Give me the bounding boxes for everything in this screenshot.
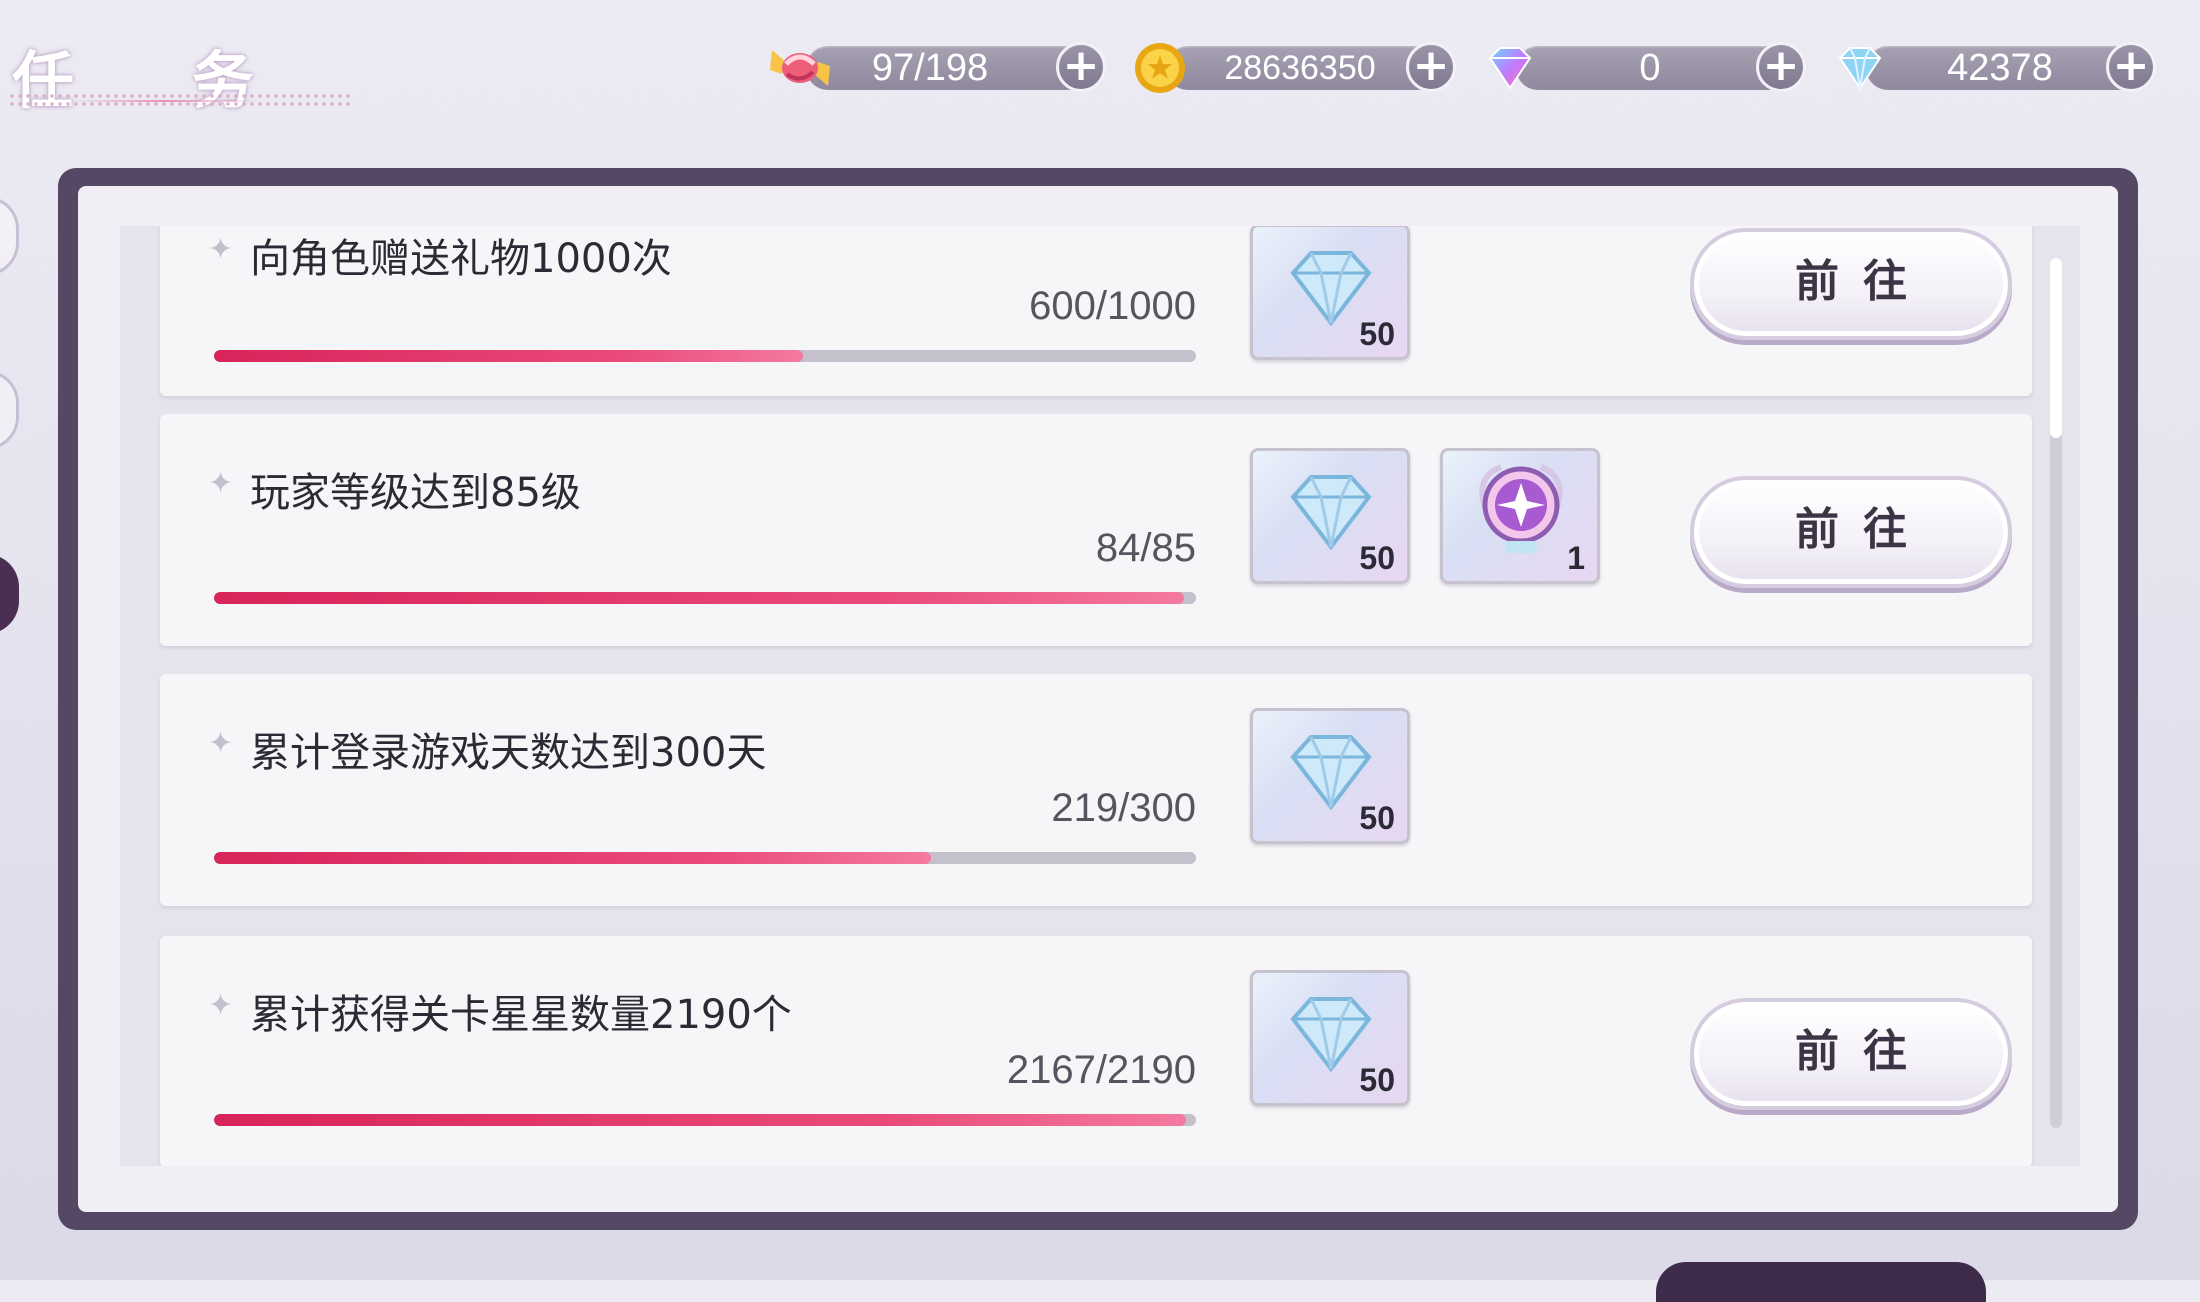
task-progress-text: 84/85: [1095, 526, 1196, 570]
star-bullet-icon: ✦: [208, 232, 234, 267]
star-bullet-icon: ✦: [208, 988, 234, 1023]
side-tab-active[interactable]: [0, 554, 19, 634]
currency-candy: 97/198 +: [770, 40, 1106, 94]
currency-diamond: 42378 +: [1830, 40, 2156, 94]
task-progress-fill: [214, 592, 1185, 604]
task-list[interactable]: ✦ 向角色赠送礼物1000次 600/1000 50 前往 ✦ 玩家等级达到85…: [120, 226, 2080, 1166]
reward-slot[interactable]: 50: [1250, 448, 1410, 584]
reward-quantity: 50: [1359, 316, 1395, 352]
reward-quantity: 1: [1567, 540, 1585, 576]
task-name: 向角色赠送礼物1000次: [250, 236, 672, 282]
candy-icon: [770, 50, 830, 86]
task-row: ✦ 向角色赠送礼物1000次 600/1000 50 前往: [160, 226, 2032, 396]
reward-quantity: 50: [1359, 540, 1395, 576]
star-bullet-icon: ✦: [208, 726, 234, 761]
task-name: 累计获得关卡星星数量2190个: [250, 992, 792, 1038]
reward-slot[interactable]: 50: [1250, 226, 1410, 360]
title-underline: [70, 100, 260, 102]
go-button[interactable]: 前往: [1690, 476, 2012, 588]
crystal-orb-icon: [1479, 464, 1563, 553]
task-progress-text: 219/300: [1051, 786, 1196, 830]
reward-quantity: 50: [1359, 1062, 1395, 1098]
reward-slot[interactable]: 50: [1250, 970, 1410, 1106]
blue-diamond-icon: [1838, 47, 1882, 90]
currency-coin: 28636350 +: [1130, 40, 1456, 94]
candy-value: 97/198: [871, 47, 989, 89]
task-row: ✦ 累计获得关卡星星数量2190个 2167/2190 50 前往: [160, 936, 2032, 1166]
reward-slot[interactable]: 1: [1440, 448, 1600, 584]
side-tab[interactable]: [0, 370, 19, 450]
add-candy-button[interactable]: +: [1056, 42, 1106, 92]
side-tab[interactable]: [0, 196, 19, 276]
star-bullet-icon: ✦: [208, 466, 234, 501]
add-coin-button[interactable]: +: [1406, 42, 1456, 92]
diamond-value: 42378: [1947, 47, 2053, 89]
task-name: 玩家等级达到85级: [250, 470, 581, 516]
rainbow-diamond-icon: [1488, 47, 1532, 90]
task-row: ✦ 玩家等级达到85级 84/85 50 1 前往: [160, 414, 2032, 646]
task-progress-bar: [214, 852, 1196, 864]
task-progress-bar: [214, 1114, 1196, 1126]
go-button[interactable]: 前往: [1690, 228, 2012, 340]
task-name: 累计登录游戏天数达到300天: [250, 730, 767, 776]
reward-slot[interactable]: 50: [1250, 708, 1410, 844]
gold-coin-icon: [1135, 43, 1185, 93]
task-progress-bar: [214, 592, 1196, 604]
task-progress-text: 2167/2190: [1006, 1048, 1196, 1092]
task-panel: ✦ 向角色赠送礼物1000次 600/1000 50 前往 ✦ 玩家等级达到85…: [78, 186, 2118, 1212]
scrollbar-thumb[interactable]: [2050, 258, 2062, 438]
task-progress-bar: [214, 350, 1196, 362]
add-color-diamond-button[interactable]: +: [1756, 42, 1806, 92]
go-button[interactable]: 前往: [1690, 998, 2012, 1110]
scrollbar[interactable]: [2050, 258, 2062, 1128]
reward-quantity: 50: [1359, 800, 1395, 836]
task-row: ✦ 累计登录游戏天数达到300天 219/300 50: [160, 674, 2032, 906]
add-diamond-button[interactable]: +: [2106, 42, 2156, 92]
task-progress-text: 600/1000: [1029, 284, 1196, 328]
currency-color-diamond: 0 +: [1480, 40, 1806, 94]
task-progress-fill: [214, 350, 804, 362]
task-progress-fill: [214, 852, 931, 864]
coin-value: 28636350: [1224, 49, 1376, 87]
bottom-tab[interactable]: [1656, 1262, 1986, 1302]
task-progress-fill: [214, 1114, 1187, 1126]
color-diamond-value: 0: [1639, 47, 1661, 89]
